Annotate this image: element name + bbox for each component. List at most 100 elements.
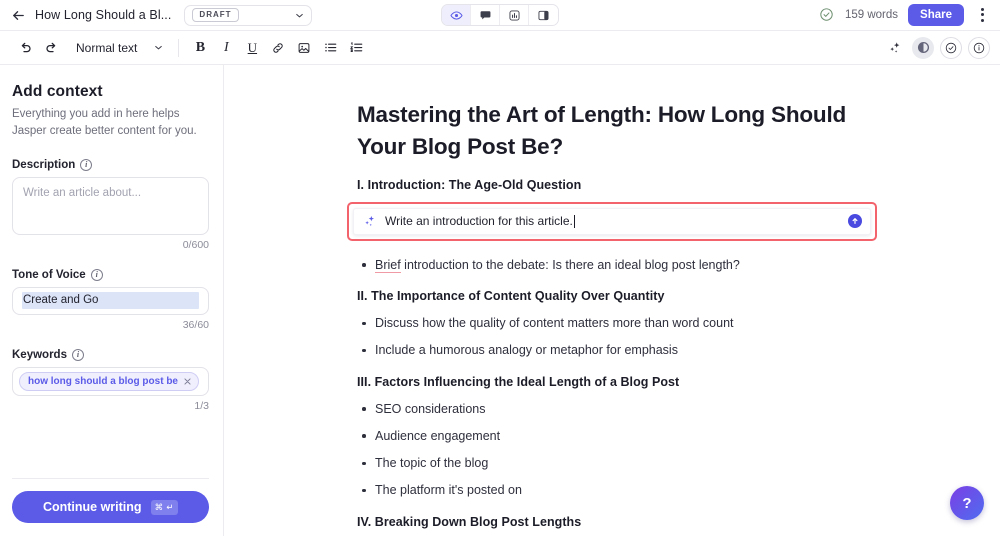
sidebar-subtitle: Everything you add in here helps Jasper …	[12, 108, 197, 138]
description-label: Description i	[12, 158, 209, 171]
ai-prompt-value: Write an introduction for this article.	[385, 214, 573, 229]
document-editor[interactable]: Mastering the Art of Length: How Long Sh…	[224, 65, 1000, 536]
saved-check-circle-icon	[819, 7, 835, 23]
keywords-input[interactable]: how long should a blog post be	[12, 366, 209, 396]
section-heading-2[interactable]: II. The Importance of Content Quality Ov…	[357, 289, 867, 303]
text-style-dropdown[interactable]: Normal text	[68, 36, 170, 60]
chevron-down-icon	[294, 10, 305, 21]
list-item[interactable]: The topic of the blog	[357, 453, 867, 473]
undo-icon[interactable]	[12, 36, 38, 60]
sidebar-title: Add context	[12, 83, 103, 100]
description-label-text: Description	[12, 158, 76, 171]
main-body: Add context Everything you add in here h…	[0, 65, 1000, 536]
list-item[interactable]: Brief introduction to the debate: Is the…	[357, 255, 867, 275]
list-item[interactable]: Audience engagement	[357, 426, 867, 446]
tone-of-voice-label: Tone of Voice i	[12, 268, 209, 281]
top-bar: How Long Should a Bl... DRAFT 159 words …	[0, 0, 1000, 31]
share-button[interactable]: Share	[908, 3, 964, 27]
tone-of-voice-value: Create and Go	[22, 291, 199, 310]
description-input[interactable]: Write an article about...	[12, 176, 209, 235]
jasper-editor-app: How Long Should a Bl... DRAFT 159 words …	[0, 0, 1000, 536]
view-mode-insights[interactable]	[500, 5, 529, 25]
italic-button[interactable]: I	[213, 36, 239, 60]
view-mode-split[interactable]	[529, 5, 558, 25]
tone-of-voice-counter: 36/60	[182, 318, 209, 331]
list-item-text: The platform it's posted on	[375, 483, 522, 498]
close-icon[interactable]	[183, 377, 192, 386]
sparkles-icon[interactable]	[884, 37, 906, 59]
numbered-list-icon[interactable]	[343, 36, 369, 60]
toolbar-divider	[178, 38, 180, 57]
bold-button[interactable]: B	[187, 36, 213, 60]
formatting-toolbar: Normal text B I U	[0, 31, 1000, 65]
keywords-label-text: Keywords	[12, 348, 67, 361]
info-icon[interactable]: i	[71, 348, 84, 361]
list-item-text: The topic of the blog	[375, 456, 489, 471]
kebab-menu-icon[interactable]	[974, 7, 990, 22]
link-icon[interactable]	[265, 36, 291, 60]
underline-button[interactable]: U	[239, 36, 265, 60]
spellcheck-word: Brief	[375, 257, 401, 274]
section-heading-3[interactable]: III. Factors Influencing the Ideal Lengt…	[357, 375, 867, 389]
continue-writing-shortcut: ⌘ ↵	[150, 499, 179, 515]
check-circle-icon[interactable]	[940, 36, 962, 59]
context-sidebar: Add context Everything you add in here h…	[0, 65, 224, 536]
word-count: 159 words	[844, 8, 899, 21]
tone-of-voice-label-text: Tone of Voice	[12, 268, 86, 281]
text-style-value: Normal text	[76, 40, 138, 55]
list-item-text: Audience engagement	[375, 428, 501, 443]
ai-prompt-bar[interactable]: Write an introduction for this article.	[353, 207, 871, 235]
keywords-counter: 1/3	[194, 399, 209, 412]
section-list-1: Brief introduction to the debate: Is the…	[357, 255, 867, 275]
section-list-3: SEO considerations Audience engagement T…	[357, 399, 867, 501]
keyword-chip-label: how long should a blog post be	[28, 375, 178, 387]
chevron-down-icon	[153, 42, 164, 53]
bullet-list-icon[interactable]	[317, 36, 343, 60]
list-item-text: Include a humorous analogy or metaphor f…	[375, 343, 678, 358]
keywords-label: Keywords i	[12, 348, 209, 361]
view-mode-switcher	[441, 4, 559, 26]
view-mode-comments[interactable]	[471, 5, 500, 25]
continue-writing-button[interactable]: Continue writing ⌘ ↵	[12, 491, 209, 523]
sparkles-icon	[363, 214, 377, 228]
status-badge: DRAFT	[192, 8, 239, 22]
info-icon[interactable]: i	[90, 268, 103, 281]
document-status-dropdown[interactable]: DRAFT	[184, 4, 313, 26]
list-item[interactable]: SEO considerations	[357, 399, 867, 419]
rewrite-circle-icon[interactable]	[912, 36, 934, 59]
ai-prompt-send-button[interactable]	[848, 214, 862, 229]
underline-label: U	[247, 39, 258, 55]
keyword-chip[interactable]: how long should a blog post be	[19, 371, 199, 391]
redo-icon[interactable]	[38, 36, 64, 60]
top-bar-right: 159 words Share	[819, 3, 990, 27]
list-item-text: SEO considerations	[375, 401, 486, 416]
text-caret	[573, 214, 575, 228]
list-item[interactable]: Discuss how the quality of content matte…	[357, 313, 867, 333]
toolbar-right-actions	[884, 36, 990, 59]
document-title[interactable]: How Long Should a Bl...	[35, 8, 171, 22]
description-counter: 0/600	[182, 238, 209, 251]
continue-writing-label: Continue writing	[42, 500, 142, 514]
list-item[interactable]: Include a humorous analogy or metaphor f…	[357, 340, 867, 360]
info-circle-icon[interactable]	[968, 36, 990, 59]
back-arrow-icon[interactable]	[8, 5, 28, 25]
list-item-text: introduction to the debate: Is there an …	[400, 257, 740, 272]
view-mode-preview[interactable]	[442, 5, 471, 25]
document-canvas: Mastering the Art of Length: How Long Sh…	[347, 65, 877, 536]
document-heading[interactable]: Mastering the Art of Length: How Long Sh…	[357, 99, 867, 163]
ai-prompt-annotation: Write an introduction for this article.	[347, 201, 877, 241]
section-heading-4[interactable]: IV. Breaking Down Blog Post Lengths	[357, 515, 867, 529]
bold-label: B	[195, 39, 206, 55]
tone-of-voice-input[interactable]: Create and Go	[12, 286, 209, 315]
section-list-2: Discuss how the quality of content matte…	[357, 313, 867, 361]
italic-label: I	[224, 39, 229, 55]
help-button[interactable]: ?	[950, 486, 984, 520]
sidebar-footer: Continue writing ⌘ ↵	[12, 478, 209, 536]
list-item[interactable]: The platform it's posted on	[357, 480, 867, 500]
list-item-text: Discuss how the quality of content matte…	[375, 316, 734, 331]
info-icon[interactable]: i	[80, 158, 93, 171]
document-title-group: How Long Should a Bl... DRAFT	[35, 4, 313, 26]
section-heading-1[interactable]: I. Introduction: The Age-Old Question	[357, 178, 867, 192]
image-icon[interactable]	[291, 36, 317, 60]
ai-prompt-text-wrapper: Write an introduction for this article.	[385, 214, 848, 228]
